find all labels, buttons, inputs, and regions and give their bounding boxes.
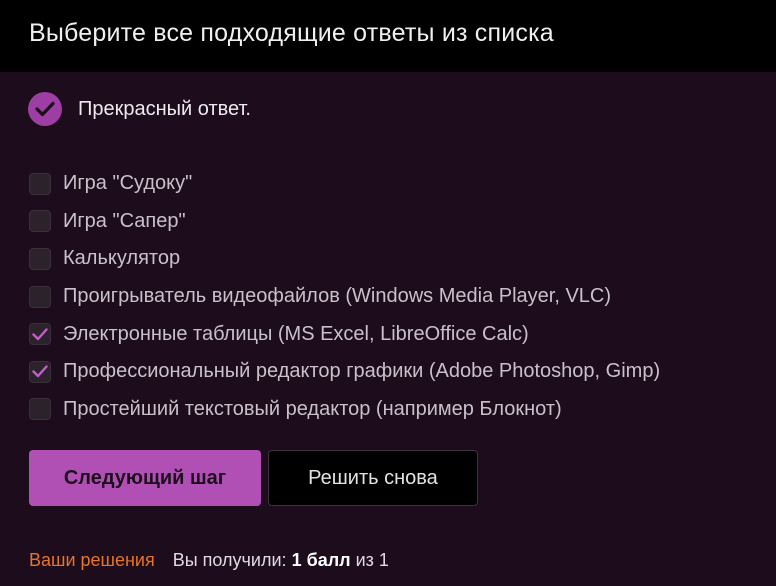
task-header: Выберите все подходящие ответы из списка	[0, 0, 776, 72]
solve-again-button[interactable]: Решить снова	[268, 450, 478, 506]
checkmark-icon	[32, 365, 48, 378]
checkbox[interactable]	[29, 323, 51, 346]
score-value: 1 балл	[291, 550, 351, 570]
score-text: Вы получили: 1 балл из 1	[173, 550, 389, 571]
answer-option-label: Простейший текстовый редактор (например …	[63, 397, 562, 420]
answer-option-label: Игра "Судоку"	[63, 172, 193, 195]
answer-option-label: Электронные таблицы (MS Excel, LibreOffi…	[63, 322, 529, 345]
checkbox[interactable]	[29, 172, 51, 195]
footer: Ваши решения Вы получили: 1 балл из 1	[29, 550, 389, 571]
answer-option-label: Проигрыватель видеофайлов (Windows Media…	[63, 285, 612, 308]
checkbox[interactable]	[29, 360, 51, 383]
answer-option-label: Калькулятор	[63, 247, 181, 270]
checkbox[interactable]	[29, 247, 51, 270]
next-step-button[interactable]: Следующий шаг	[29, 450, 261, 506]
your-solutions-link[interactable]: Ваши решения	[29, 550, 155, 571]
answer-options-list: Игра "Судоку" Игра "Сапер" Калькулятор П…	[29, 165, 660, 428]
answer-option-label: Игра "Сапер"	[63, 209, 186, 232]
answer-option[interactable]: Проигрыватель видеофайлов (Windows Media…	[29, 278, 660, 316]
check-circle-icon	[28, 92, 62, 126]
answer-option[interactable]: Калькулятор	[29, 240, 660, 278]
checkmark-icon	[32, 327, 48, 340]
task-title: Выберите все подходящие ответы из списка	[29, 19, 554, 47]
answer-option[interactable]: Профессиональный редактор графики (Adobe…	[29, 353, 660, 391]
checkbox[interactable]	[29, 285, 51, 308]
score-suffix: из 1	[355, 550, 389, 570]
answer-option-label: Профессиональный редактор графики (Adobe…	[63, 360, 661, 383]
score-prefix: Вы получили:	[172, 550, 287, 570]
answer-option[interactable]: Электронные таблицы (MS Excel, LibreOffi…	[29, 315, 660, 353]
feedback-text: Прекрасный ответ.	[78, 97, 251, 120]
feedback-message: Прекрасный ответ.	[28, 92, 251, 126]
checkbox[interactable]	[29, 210, 51, 233]
answer-option[interactable]: Простейший текстовый редактор (например …	[29, 391, 660, 429]
answer-option[interactable]: Игра "Сапер"	[29, 203, 660, 241]
answer-option[interactable]: Игра "Судоку"	[29, 165, 660, 203]
checkbox[interactable]	[29, 398, 51, 421]
